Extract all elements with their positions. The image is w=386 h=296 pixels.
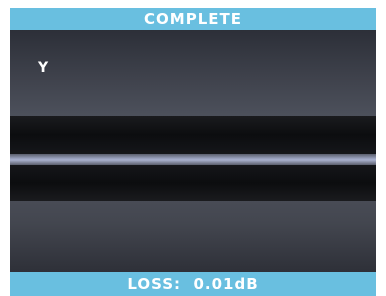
loss-value: 0.01dB	[193, 275, 259, 293]
status-header: COMPLETE	[10, 8, 376, 30]
axis-label: Y	[38, 60, 49, 76]
fiber-view: Y	[10, 30, 376, 272]
status-text: COMPLETE	[144, 10, 242, 28]
loss-footer: LOSS: 0.01dB	[10, 272, 376, 296]
splicer-screen: COMPLETE Y LOSS: 0.01dB	[10, 8, 376, 296]
fiber-core	[10, 154, 376, 165]
loss-label: LOSS:	[127, 275, 182, 293]
fiber-cladding-bottom	[10, 165, 376, 201]
loss-spacer	[181, 275, 193, 293]
fiber-cladding-top	[10, 116, 376, 154]
